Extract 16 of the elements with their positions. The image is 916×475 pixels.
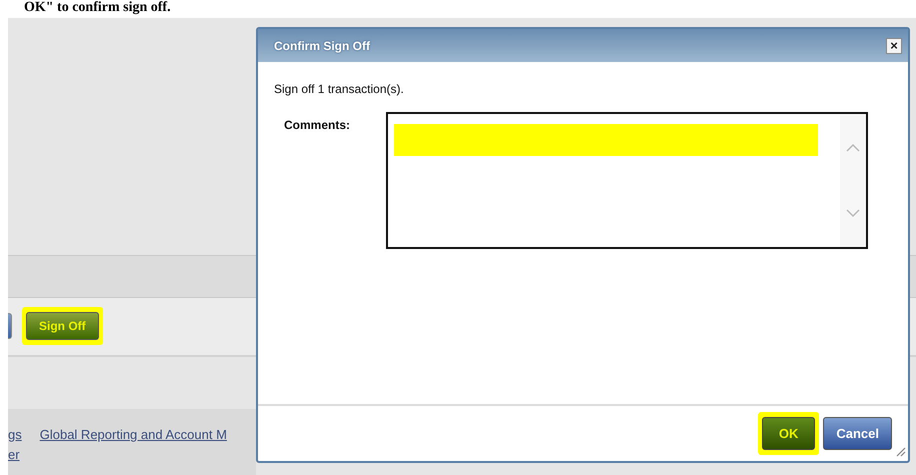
partial-button[interactable] xyxy=(8,312,12,338)
scroll-up-icon[interactable] xyxy=(846,142,860,152)
footer-link[interactable]: gs xyxy=(8,427,22,442)
sign-off-button[interactable]: Sign Off xyxy=(26,312,99,340)
footer-link[interactable]: er xyxy=(8,447,20,462)
dialog-title: Confirm Sign Off xyxy=(274,38,370,54)
comments-label: Comments: xyxy=(283,117,352,134)
ok-button[interactable]: OK xyxy=(762,416,816,450)
cancel-button[interactable]: Cancel xyxy=(823,416,892,450)
scroll-down-icon[interactable] xyxy=(846,209,860,218)
comments-field[interactable] xyxy=(386,112,868,249)
resize-grip-icon[interactable] xyxy=(894,444,906,457)
caption-text: OK" to confirm sign off. xyxy=(24,1,171,15)
message-text: Sign off 1 transaction(s). xyxy=(274,81,405,98)
close-button[interactable]: × xyxy=(886,38,902,54)
footer-link[interactable]: Global Reporting and Account M xyxy=(40,427,227,442)
